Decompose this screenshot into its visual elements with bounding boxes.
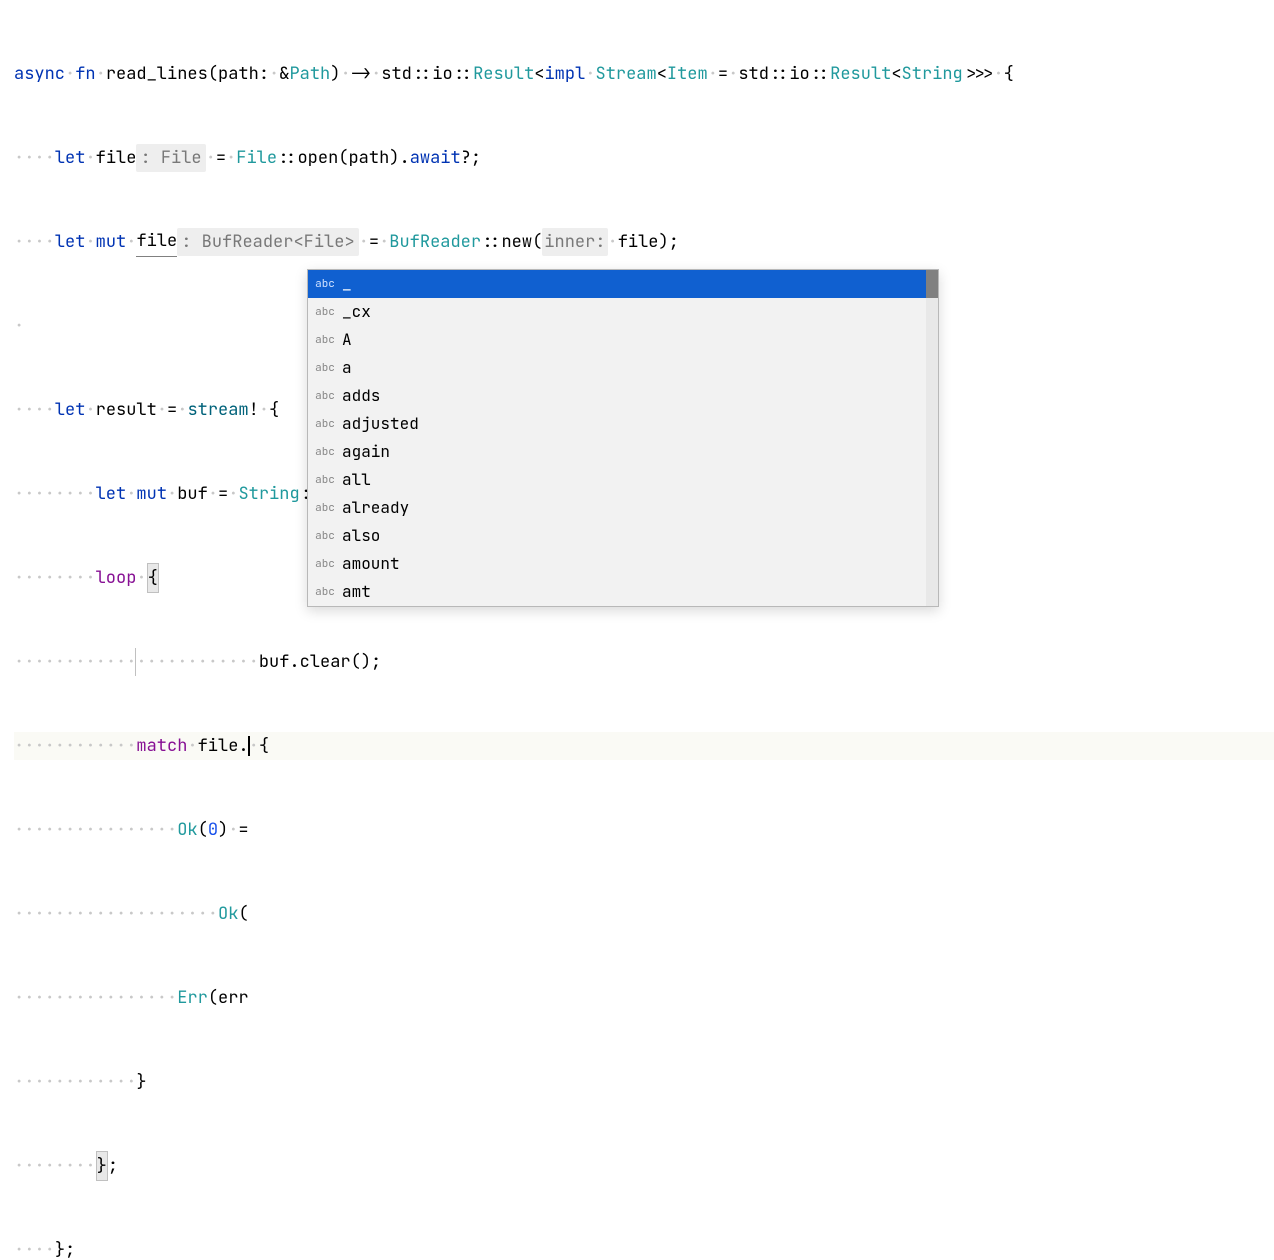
completion-item[interactable]: abcamt bbox=[308, 578, 938, 606]
completion-item[interactable]: abcall bbox=[308, 466, 938, 494]
completion-item[interactable]: abc again bbox=[308, 438, 938, 466]
completion-label: _cx bbox=[342, 298, 371, 326]
completion-item[interactable]: abc A bbox=[308, 326, 938, 354]
code-line[interactable]: ····let·mut·file: BufReader<File>·=·BufR… bbox=[14, 228, 1274, 256]
text-icon: abc bbox=[314, 354, 336, 382]
code-line[interactable]: ························buf.clear(); bbox=[14, 648, 1274, 676]
keyword-async: async bbox=[14, 60, 65, 88]
code-line-current[interactable]: ············match·file.·{ bbox=[14, 732, 1274, 760]
code-line[interactable]: ············} bbox=[14, 1068, 1274, 1096]
type-path: Path bbox=[289, 60, 330, 88]
code-editor[interactable]: async·fn·read_lines(path:·&Path)·->·std:… bbox=[0, 0, 1274, 1260]
completion-label: also bbox=[342, 522, 380, 550]
completion-popup[interactable]: abc_abc_cxabcAabcaabcaddsabcadjustedabca… bbox=[307, 269, 939, 607]
completion-label: adjusted bbox=[342, 410, 419, 438]
keyword-loop: loop bbox=[96, 564, 137, 592]
scrollbar[interactable] bbox=[926, 270, 938, 606]
code-line[interactable]: ····················Ok( bbox=[14, 900, 1274, 928]
code-line[interactable]: ················Err(err bbox=[14, 984, 1274, 1012]
macro: stream bbox=[187, 396, 248, 424]
code-line[interactable]: ····let·file: File·=·File::open(path).aw… bbox=[14, 144, 1274, 172]
text-icon: abc bbox=[314, 578, 336, 606]
completion-label: A bbox=[342, 326, 352, 354]
text-icon: abc bbox=[314, 466, 336, 494]
completion-label: all bbox=[342, 466, 371, 494]
text-icon: abc bbox=[314, 410, 336, 438]
completion-item[interactable]: abc _cx bbox=[308, 298, 938, 326]
text-icon: abc bbox=[314, 522, 336, 550]
text-icon: abc bbox=[314, 550, 336, 578]
completion-label: _ bbox=[342, 270, 352, 298]
completion-label: amount bbox=[342, 550, 400, 578]
completion-label: adds bbox=[342, 382, 380, 410]
keyword-match: match bbox=[136, 732, 187, 760]
completion-item[interactable]: abc adjusted bbox=[308, 410, 938, 438]
text-icon: abc bbox=[314, 270, 336, 298]
text-icon: abc bbox=[314, 382, 336, 410]
completion-item[interactable]: abc already bbox=[308, 494, 938, 522]
variable-file: file bbox=[136, 227, 177, 257]
completion-label: already bbox=[342, 494, 409, 522]
text-icon: abc bbox=[314, 326, 336, 354]
completion-item[interactable]: abcadds bbox=[308, 382, 938, 410]
code-line[interactable]: ········}; bbox=[14, 1152, 1274, 1180]
completion-item[interactable]: abc amount bbox=[308, 550, 938, 578]
whitespace: · bbox=[65, 60, 75, 88]
completion-label: amt bbox=[342, 578, 371, 606]
text-icon: abc bbox=[314, 438, 336, 466]
type-hint: : File bbox=[136, 144, 205, 172]
code-line[interactable]: ················Ok(0)·= bbox=[14, 816, 1274, 844]
completion-item[interactable]: abc _ bbox=[308, 270, 938, 298]
completion-item[interactable]: abca bbox=[308, 354, 938, 382]
code-line[interactable]: async·fn·read_lines(path:·&Path)·->·std:… bbox=[14, 60, 1274, 88]
keyword-fn: fn bbox=[75, 60, 95, 88]
completion-label: again bbox=[342, 438, 390, 466]
scrollbar-thumb[interactable] bbox=[926, 270, 938, 298]
text-icon: abc bbox=[314, 298, 336, 326]
param: path bbox=[218, 60, 259, 88]
fn-name: read_lines bbox=[106, 60, 208, 88]
completion-label: a bbox=[342, 354, 352, 382]
param-hint: inner: bbox=[542, 228, 607, 256]
text-icon: abc bbox=[314, 494, 336, 522]
type-hint: : BufReader<File> bbox=[177, 228, 358, 256]
code-line[interactable]: ····}; bbox=[14, 1236, 1274, 1260]
completion-item[interactable]: abcalso bbox=[308, 522, 938, 550]
